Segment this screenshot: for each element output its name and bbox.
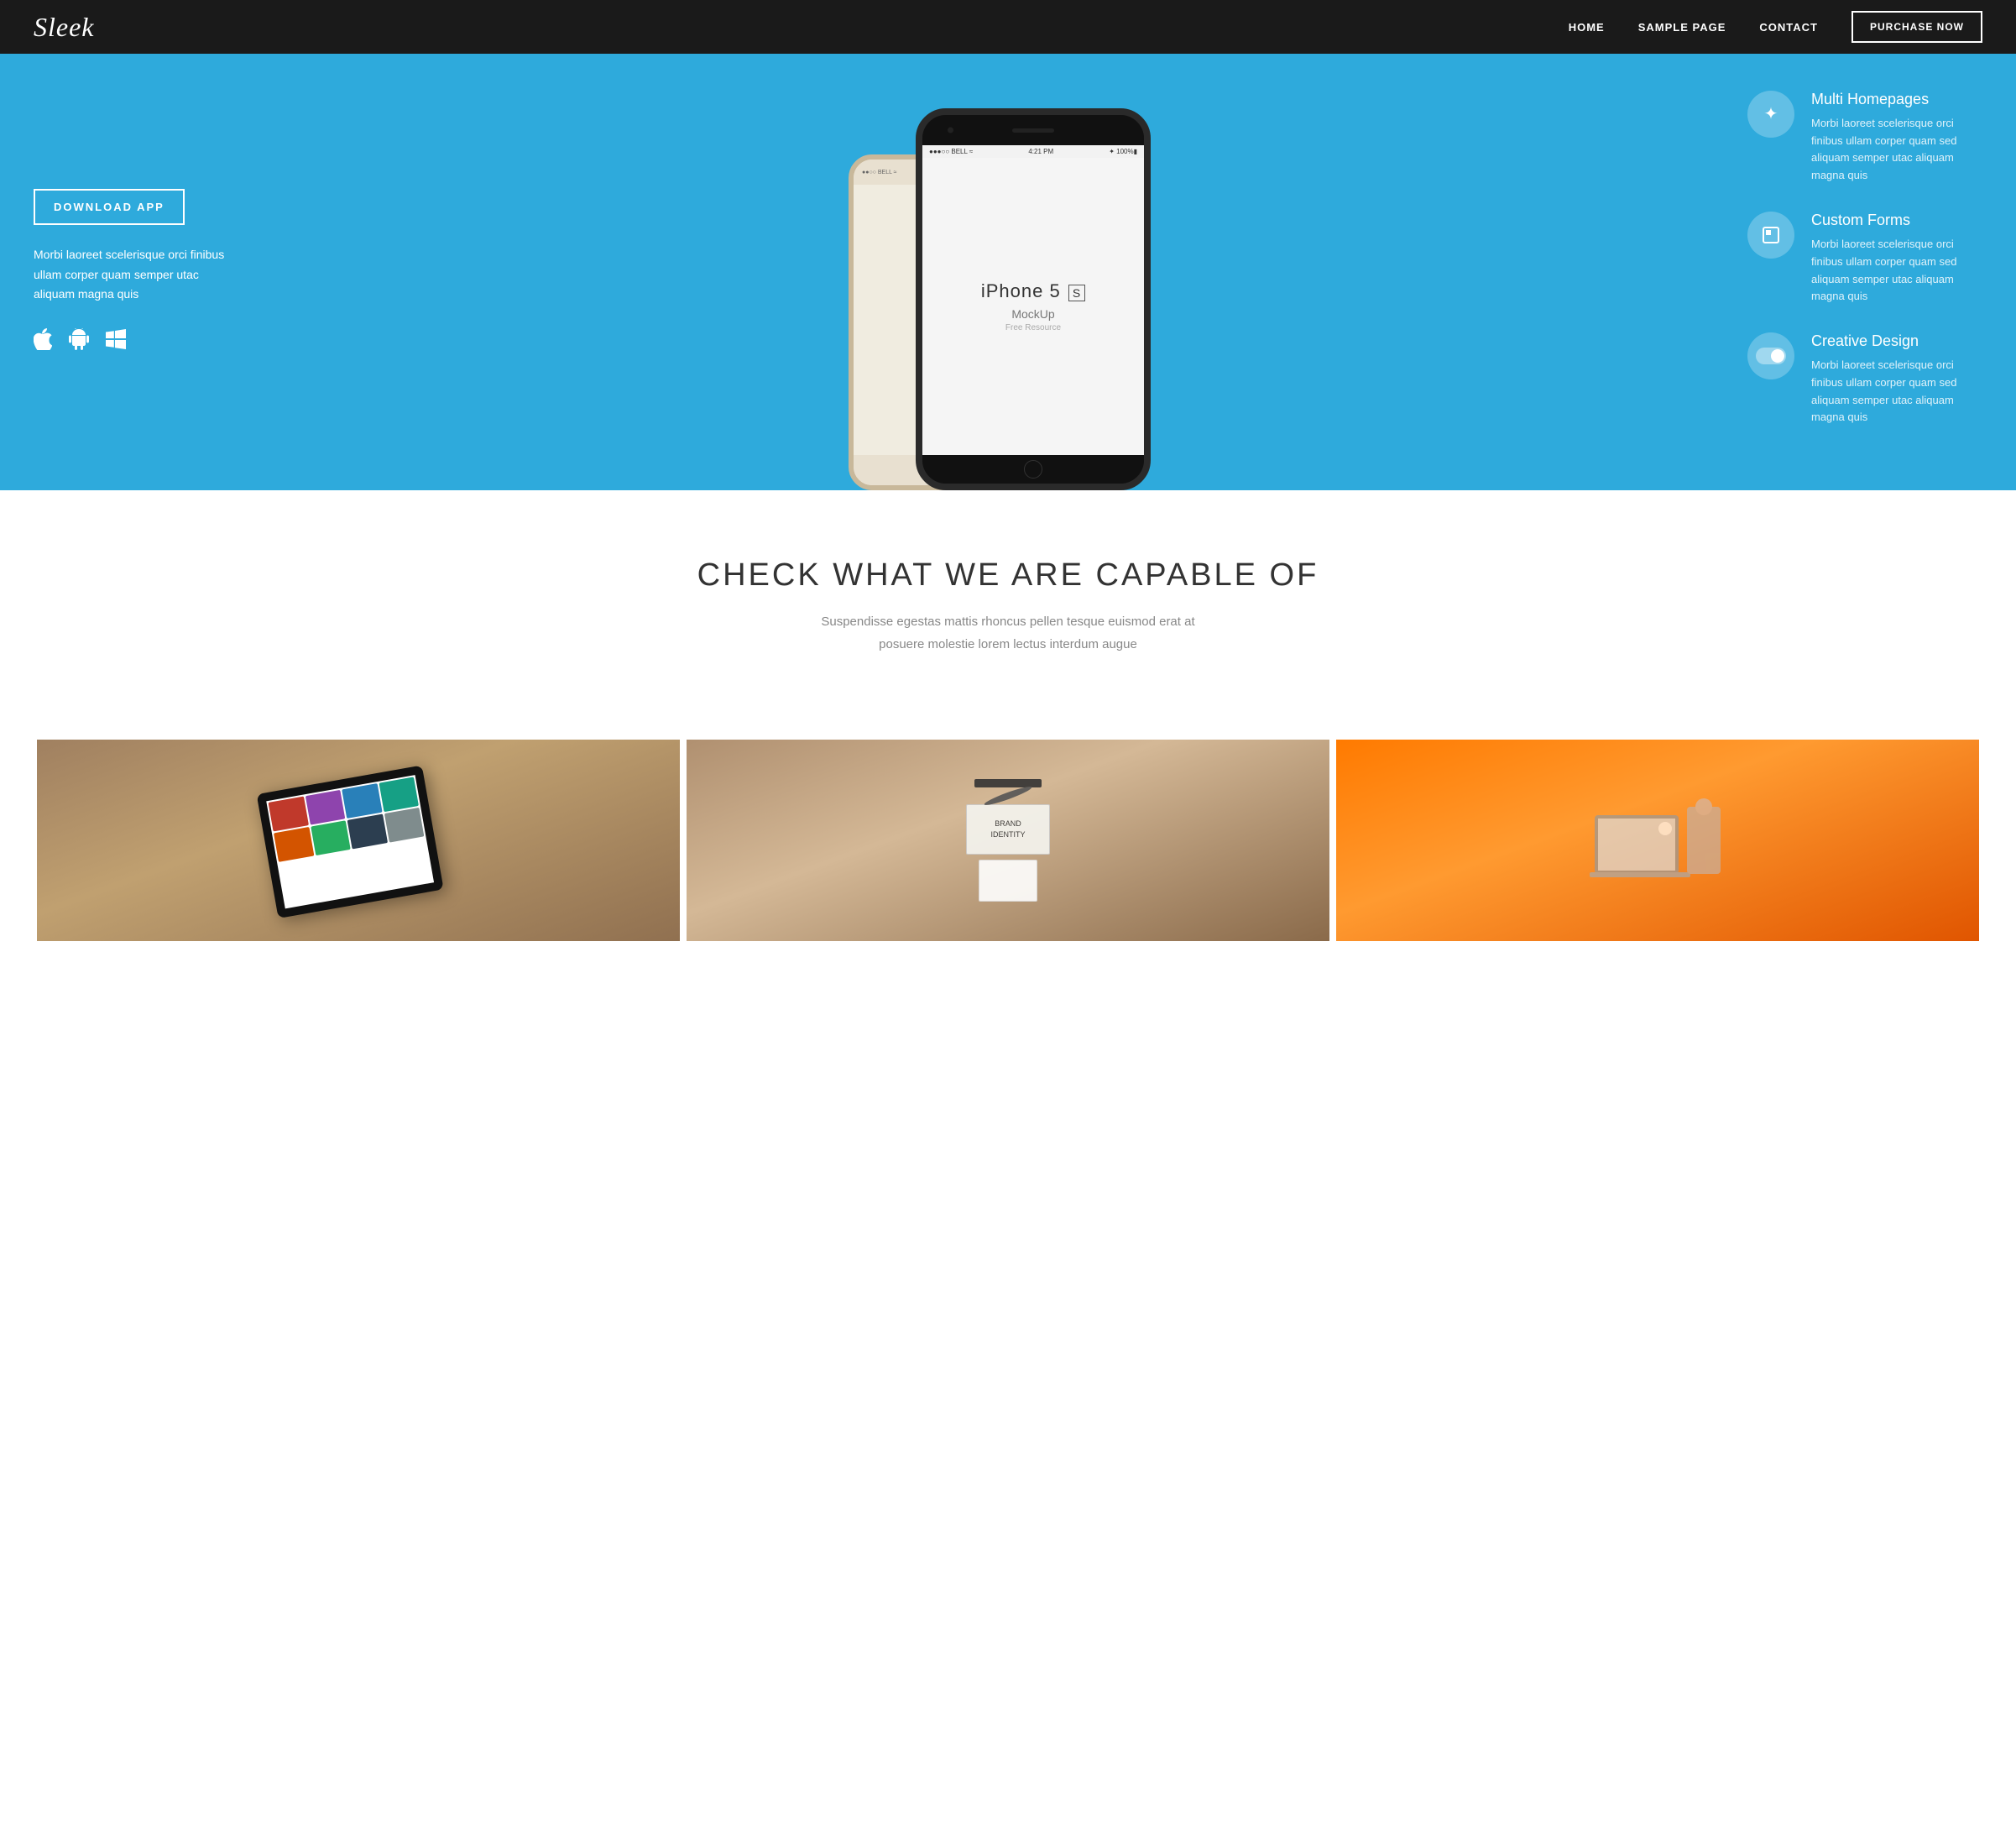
gallery-item-laptop [1336,740,1979,941]
capable-subtitle-2: posuere molestie lorem lectus interdum a… [34,633,1982,656]
purchase-now-button[interactable]: PURCHASE NOW [1851,11,1982,43]
feature-multi-homepages: ✦ Multi Homepages Morbi laoreet sceleris… [1747,91,1982,185]
feature-creative-design: Creative Design Morbi laoreet scelerisqu… [1747,332,1982,426]
capable-section: CHECK WHAT WE ARE CAPABLE OF Suspendisse… [0,490,2016,706]
hero-phone-area: ●●○○ BELL ≈ ●●●○○ BELL ≈ [269,54,1731,490]
logo: Sleek [34,12,95,43]
feature-custom-forms: Custom Forms Morbi laoreet scelerisque o… [1747,212,1982,306]
gallery-item-stationery: BRANDIDENTITY [687,740,1329,941]
hero-description: Morbi laoreet scelerisque orci finibus u… [34,245,235,305]
phone-model-label: iPhone 5 [981,280,1061,301]
phone-status-time: 4:21 PM [1028,148,1053,155]
navbar: Sleek HOME SAMPLE PAGE CONTACT PURCHASE … [0,0,2016,54]
feature-desc-2: Morbi laoreet scelerisque orci finibus u… [1811,236,1982,306]
phone-status-battery: ✦ 100%▮ [1109,148,1137,155]
capable-title: CHECK WHAT WE ARE CAPABLE OF [34,557,1982,594]
gallery-section: BRANDIDENTITY [0,706,2016,941]
hero-left: DOWNLOAD APP Morbi laoreet scelerisque o… [0,139,269,405]
nav-link-sample-page[interactable]: SAMPLE PAGE [1638,21,1726,34]
nav-link-contact[interactable]: CONTACT [1759,21,1818,34]
hero-right: ✦ Multi Homepages Morbi laoreet sceleris… [1731,57,2016,488]
feature-icon-toggle [1747,332,1794,379]
android-icon [69,328,89,355]
feature-icon-forms [1747,212,1794,259]
windows-icon [106,329,126,354]
nav-link-home[interactable]: HOME [1569,21,1605,34]
feature-title-2: Custom Forms [1811,212,1982,229]
download-app-button[interactable]: DOWNLOAD APP [34,189,185,225]
hero-section: DOWNLOAD APP Morbi laoreet scelerisque o… [0,54,2016,490]
phone-status-carrier: ●●●○○ BELL ≈ [929,148,973,155]
feature-desc-1: Morbi laoreet scelerisque orci finibus u… [1811,115,1982,185]
phone-mockup-label: MockUp [1011,307,1054,321]
platform-icons [34,328,235,355]
feature-icon-magic: ✦ [1747,91,1794,138]
capable-subtitle-1: Suspendisse egestas mattis rhoncus pelle… [34,610,1982,633]
ios-icon [34,328,52,355]
gallery-item-tablet [37,740,680,941]
nav-links: HOME SAMPLE PAGE CONTACT PURCHASE NOW [1569,11,1982,43]
feature-title-3: Creative Design [1811,332,1982,350]
feature-desc-3: Morbi laoreet scelerisque orci finibus u… [1811,357,1982,426]
phone-model-suffix: S [1068,285,1085,301]
feature-title-1: Multi Homepages [1811,91,1982,108]
phone-free-label: Free Resource [1005,323,1061,332]
